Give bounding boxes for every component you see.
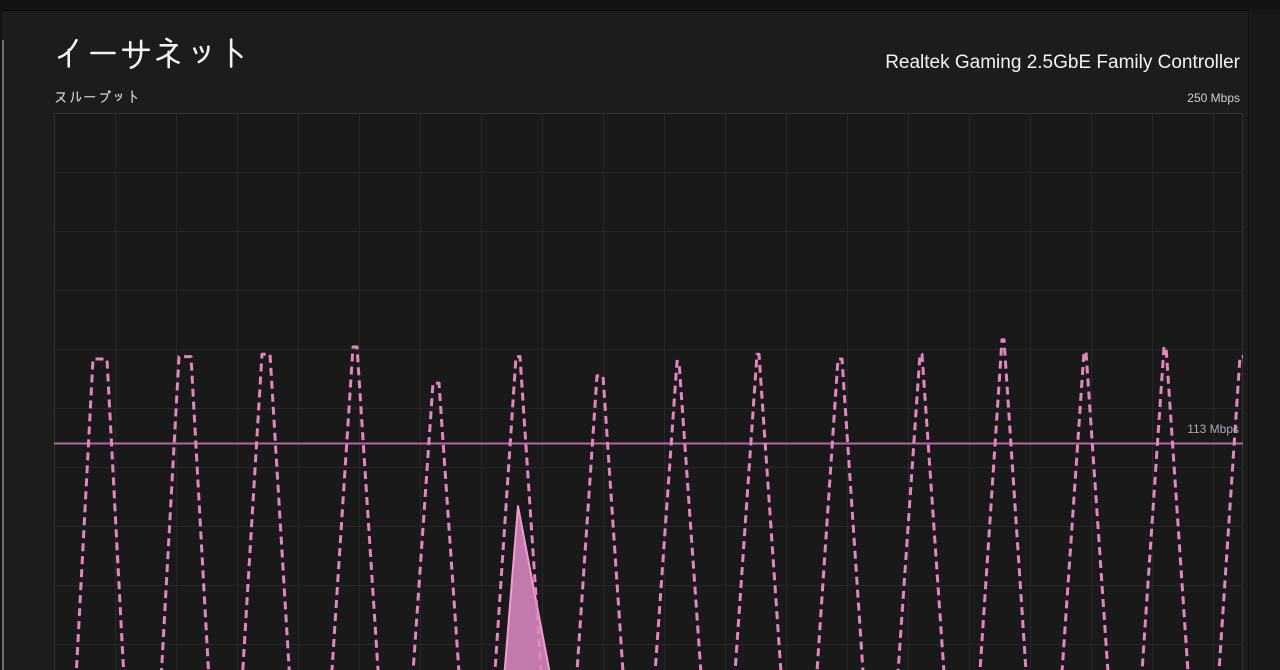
chart-border: [54, 113, 1243, 670]
task-manager-ethernet-panel: イーサネット Realtek Gaming 2.5GbE Family Cont…: [0, 0, 1280, 670]
kana-glyph: [69, 91, 81, 103]
chart-gridlines: [54, 113, 1243, 670]
max-scale-label: 250 Mbps: [1187, 91, 1240, 105]
kana-glyph: [229, 37, 243, 68]
kana-glyph: [57, 38, 78, 68]
adapter-name-label: Realtek Gaming 2.5GbE Family Controller: [885, 52, 1240, 73]
kana-glyph: [114, 93, 123, 102]
throughput-chart-svg: [54, 113, 1243, 670]
right-edge-shade: [1248, 10, 1280, 670]
throughput-axis-label: スループット: [54, 90, 140, 104]
kana-glyph: [99, 90, 111, 104]
kana-glyph: [55, 92, 66, 103]
kana-glyph: [84, 96, 96, 98]
kana-glyph: [193, 44, 210, 63]
throughput-chart: 113 Mbps: [54, 113, 1243, 670]
page-title: イーサネット: [54, 36, 251, 69]
kana-glyph: [121, 39, 151, 69]
current-throughput-label: 113 Mbps: [1187, 422, 1239, 436]
kana-glyph: [156, 37, 180, 68]
sidebar-divider-line: [2, 40, 4, 670]
window-top-strip: [0, 0, 1280, 11]
send-spike-filled-series: [503, 505, 551, 670]
receive-dashed-series: [74, 338, 1243, 670]
kana-glyph: [90, 51, 116, 54]
kana-glyph: [130, 90, 137, 104]
